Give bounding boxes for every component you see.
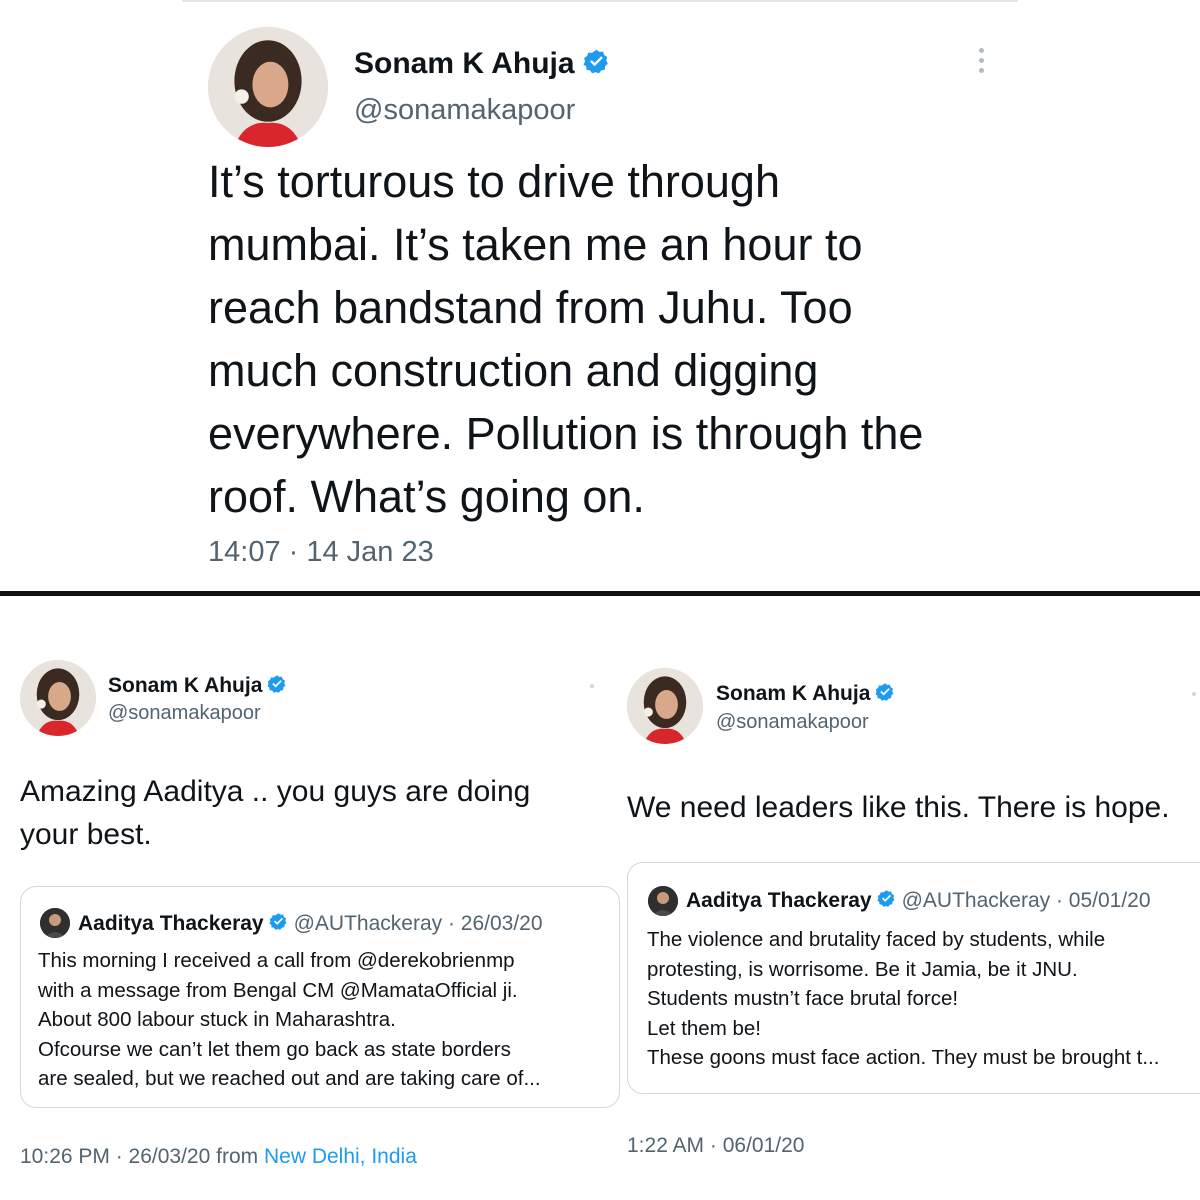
right-name-row: Sonam K Ahuja — [716, 680, 895, 708]
verified-badge-icon — [269, 912, 288, 937]
quote-line: are sealed, but we reached out and are t… — [38, 1067, 541, 1090]
quote-line: protesting, is worrisome. Be it Jamia, b… — [647, 957, 1078, 981]
top-author-name[interactable]: Sonam K Ahuja — [354, 47, 575, 81]
tweet-line: mumbai. It’s taken me an hour to — [208, 219, 863, 270]
quote-line: These goons must face action. They must … — [647, 1046, 1160, 1069]
top-card-border — [182, 0, 1018, 2]
left-location-link[interactable]: New Delhi, India — [264, 1145, 417, 1168]
top-tweet-text: It’s torturous to drive through mumbai. … — [208, 150, 1008, 528]
quote-line: Ofcourse we can’t let them go back as st… — [38, 1037, 511, 1061]
left-avatar[interactable] — [20, 660, 96, 736]
tweet-line: We need leaders like this. There is hope… — [627, 791, 1170, 824]
quote-line: Let them be! — [647, 1016, 761, 1040]
left-quote-header: Aaditya Thackeray @AUThackeray · 26/03/2… — [78, 910, 543, 938]
verified-badge-icon — [267, 674, 287, 699]
left-more-dot — [590, 684, 594, 688]
left-quote-meta: @AUThackeray · 26/03/20 — [293, 912, 543, 935]
left-quote-author[interactable]: Aaditya Thackeray — [78, 912, 264, 936]
more-options-icon[interactable] — [974, 48, 988, 78]
top-avatar[interactable] — [208, 27, 328, 147]
tweet-line: roof. What’s going on. — [208, 471, 645, 522]
top-author-handle[interactable]: @sonamakapoor — [354, 94, 575, 127]
right-quote-author[interactable]: Aaditya Thackeray — [686, 889, 872, 913]
top-name-row: Sonam K Ahuja — [354, 44, 610, 84]
tweet-line: reach bandstand from Juhu. Too — [208, 282, 853, 333]
left-name-row: Sonam K Ahuja — [108, 672, 287, 700]
right-quote-header: Aaditya Thackeray @AUThackeray · 05/01/2… — [686, 887, 1151, 915]
quote-line: About 800 labour stuck in Maharashtra. — [38, 1008, 396, 1031]
verified-badge-icon — [875, 682, 895, 707]
right-quote-meta: @AUThackeray · 05/01/20 — [901, 889, 1151, 912]
right-tweet-text: We need leaders like this. There is hope… — [627, 786, 1200, 829]
right-timestamp[interactable]: 1:22 AM · 06/01/20 — [627, 1134, 804, 1158]
right-more-dot — [1192, 692, 1196, 696]
tweet-line: It’s torturous to drive through — [208, 156, 780, 207]
left-quote-body: This morning I received a call from @der… — [38, 946, 598, 1094]
right-author-handle[interactable]: @sonamakapoor — [716, 711, 869, 734]
right-quote-body: The violence and brutality faced by stud… — [647, 925, 1200, 1073]
right-author-name[interactable]: Sonam K Ahuja — [716, 682, 870, 706]
verified-badge-icon — [877, 889, 896, 914]
right-avatar[interactable] — [627, 668, 703, 744]
tweet-line: Amazing Aaditya .. you guys are doing — [20, 775, 531, 808]
quote-line: This morning I received a call from @der… — [38, 949, 515, 972]
left-tweet-text: Amazing Aaditya .. you guys are doing yo… — [20, 770, 590, 856]
quote-line: with a message from Bengal CM @MamataOff… — [38, 978, 518, 1002]
tweet-line: everywhere. Pollution is through the — [208, 408, 924, 459]
section-divider — [0, 591, 1200, 596]
verified-badge-icon — [583, 48, 610, 80]
left-author-handle[interactable]: @sonamakapoor — [108, 702, 261, 725]
right-quote-avatar — [648, 886, 678, 916]
left-author-name[interactable]: Sonam K Ahuja — [108, 674, 262, 698]
left-time[interactable]: 10:26 PM · 26/03/20 from — [20, 1145, 264, 1168]
quote-line: Students mustn’t face brutal force! — [647, 987, 959, 1010]
left-timestamp: 10:26 PM · 26/03/20 from New Delhi, Indi… — [20, 1145, 417, 1169]
top-timestamp[interactable]: 14:07 · 14 Jan 23 — [208, 536, 434, 569]
left-quote-avatar — [40, 908, 70, 938]
quote-line: The violence and brutality faced by stud… — [647, 928, 1106, 951]
tweet-line: much construction and digging — [208, 345, 819, 396]
tweet-line: your best. — [20, 818, 152, 851]
